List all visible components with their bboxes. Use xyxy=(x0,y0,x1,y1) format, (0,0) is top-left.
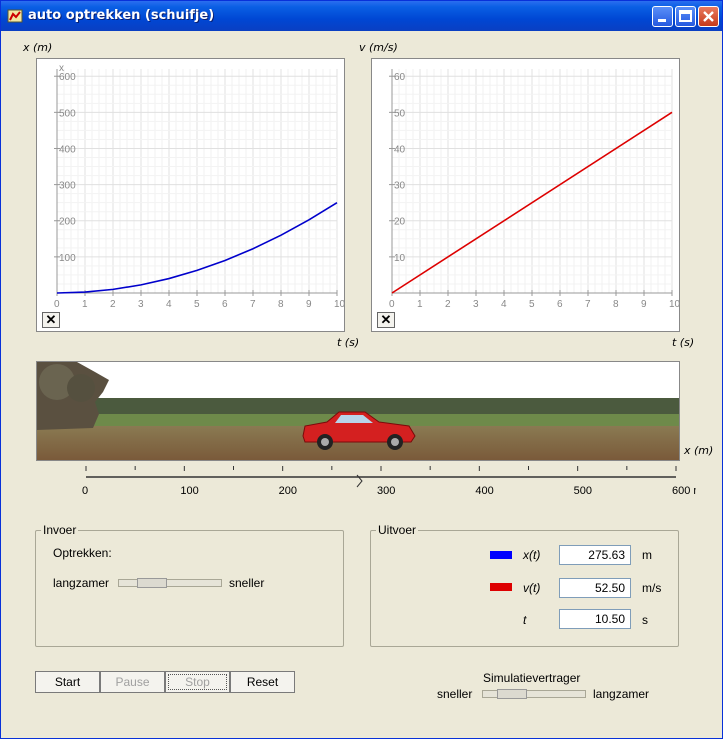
v-t-graph: 60 50 40 30 20 10 0 1 2 3 4 5 6 7 8 9 10 ✕ xyxy=(371,58,681,332)
x-legend-swatch xyxy=(490,551,512,559)
v-graph-ytick-label: 50 xyxy=(394,108,406,119)
close-icon xyxy=(703,11,714,22)
clear-v-graph-button[interactable]: ✕ xyxy=(377,312,395,328)
x-graph-ylabel: x (m) xyxy=(23,41,53,54)
maximize-icon xyxy=(679,10,692,22)
sim-slower-label: langzamer xyxy=(593,687,650,701)
maximize-button[interactable] xyxy=(675,6,696,27)
x-graph-xtick-label: 9 xyxy=(306,299,312,310)
slower-label: langzamer xyxy=(53,576,110,590)
v-graph-xtick-label: 9 xyxy=(641,299,647,310)
window-title: auto optrekken (schuifje) xyxy=(28,8,215,23)
ruler-label: 300 xyxy=(377,485,395,497)
scene-xlabel: x (m) xyxy=(684,444,714,457)
clear-x-graph-button[interactable]: ✕ xyxy=(42,312,60,328)
v-output-field: 52.50 xyxy=(559,578,631,598)
sim-delay-slider-thumb[interactable] xyxy=(497,689,527,699)
v-graph-xlabel: t (s) xyxy=(672,336,695,349)
sim-faster-label: sneller xyxy=(437,687,473,701)
x-t-plot: 6005004003002001000 1 2 3 4 5 6 7 8 9 10x xyxy=(54,63,346,310)
v-graph-ytick-label: 20 xyxy=(394,217,406,228)
x-unit: m xyxy=(642,548,652,562)
v-graph-xtick-label: 2 xyxy=(445,299,451,310)
x-graph-ytick-label: 500 xyxy=(59,108,76,119)
pause-button[interactable]: Pause xyxy=(100,671,165,693)
ruler-label: 500 xyxy=(574,485,592,497)
x-graph-ytick-label: 400 xyxy=(59,144,76,155)
x-output-label: x(t) xyxy=(523,548,541,562)
x-graph-ytick-label: 300 xyxy=(59,181,76,192)
v-graph-ytick-label: 30 xyxy=(394,181,406,192)
x-graph-axis-marker: x xyxy=(59,63,64,74)
v-graph-xtick-label: 7 xyxy=(585,299,591,310)
t-output-label: t xyxy=(523,613,527,627)
v-graph-xtick-label: 5 xyxy=(529,299,535,310)
v-graph-xtick-label: 6 xyxy=(557,299,563,310)
x-graph-xtick-label: 4 xyxy=(166,299,172,310)
sim-delay-title: Simulatievertrager xyxy=(483,671,581,685)
v-graph-ytick-label: 60 xyxy=(394,72,406,83)
v-graph-xtick-label: 1 xyxy=(417,299,423,310)
x-graph-xtick-label: 5 xyxy=(194,299,200,310)
x-graph-xtick-label: 2 xyxy=(110,299,116,310)
minimize-button[interactable] xyxy=(652,6,673,27)
ruler-label: 600 m xyxy=(672,485,696,497)
invoer-title: Invoer xyxy=(41,523,79,537)
t-output-field: 10.50 xyxy=(559,609,631,629)
close-button[interactable] xyxy=(698,6,719,27)
acceleration-slider[interactable] xyxy=(118,579,222,587)
x-graph-xtick-label: 7 xyxy=(250,299,256,310)
v-t-plot: 60 50 40 30 20 10 0 1 2 3 4 5 6 7 8 9 10 xyxy=(389,69,681,310)
x-output-field: 275.63 xyxy=(559,545,631,565)
v-graph-ytick-label: 40 xyxy=(394,144,406,155)
uitvoer-title: Uitvoer xyxy=(376,523,419,537)
v-graph-xtick-label: 0 xyxy=(389,299,395,310)
acceleration-slider-thumb[interactable] xyxy=(137,578,167,588)
car-scene xyxy=(36,361,680,461)
x-graph-xtick-label: 6 xyxy=(222,299,228,310)
x-graph-xtick-label: 0 xyxy=(54,299,60,310)
position-ruler[interactable]: 0 100 200 300 400 500 600 m xyxy=(76,463,696,499)
ruler-label: 0 xyxy=(82,485,88,497)
v-legend-swatch xyxy=(490,583,512,591)
x-graph-ytick-label: 200 xyxy=(59,217,76,228)
v-graph-xtick-label: 8 xyxy=(613,299,619,310)
x-graph-xtick-label: 10 xyxy=(334,299,344,310)
minimize-icon xyxy=(658,19,666,22)
app-window: auto optrekken (schuifje) x (m) 600 500 40… xyxy=(0,0,723,739)
x-graph-xlabel: t (s) xyxy=(337,336,360,349)
x-t-graph: 600 500 400 300 200 100 0 1 2 3 4 5 6 7 8 9 10 x ✕ xyxy=(36,58,346,332)
x-graph-xtick-label: 8 xyxy=(278,299,284,310)
ruler-label: 400 xyxy=(475,485,493,497)
x-graph-xtick-label: 3 xyxy=(138,299,144,310)
v-graph-xtick-label: 3 xyxy=(473,299,479,310)
v-graph-xtick-label: 10 xyxy=(669,299,679,310)
ruler-label: 200 xyxy=(279,485,297,497)
acceleration-label: Optrekken: xyxy=(53,546,112,560)
app-icon xyxy=(7,9,23,23)
v-output-label: v(t) xyxy=(523,581,541,595)
stop-button[interactable]: Stop xyxy=(165,671,230,693)
v-graph-ytick-label: 10 xyxy=(394,253,406,264)
scene-illustration xyxy=(37,362,679,460)
v-graph-ylabel: v (m/s) xyxy=(359,41,398,54)
t-unit: s xyxy=(642,613,648,627)
faster-label: sneller xyxy=(229,576,265,590)
reset-button[interactable]: Reset xyxy=(230,671,295,693)
title-bar[interactable]: auto optrekken (schuifje) xyxy=(1,1,722,31)
start-button[interactable]: Start xyxy=(35,671,100,693)
v-graph-xtick-label: 4 xyxy=(501,299,507,310)
ruler-label: 100 xyxy=(180,485,198,497)
x-graph-ytick-label: 100 xyxy=(59,253,76,264)
v-unit: m/s xyxy=(642,581,662,595)
x-graph-xtick-label: 1 xyxy=(82,299,88,310)
